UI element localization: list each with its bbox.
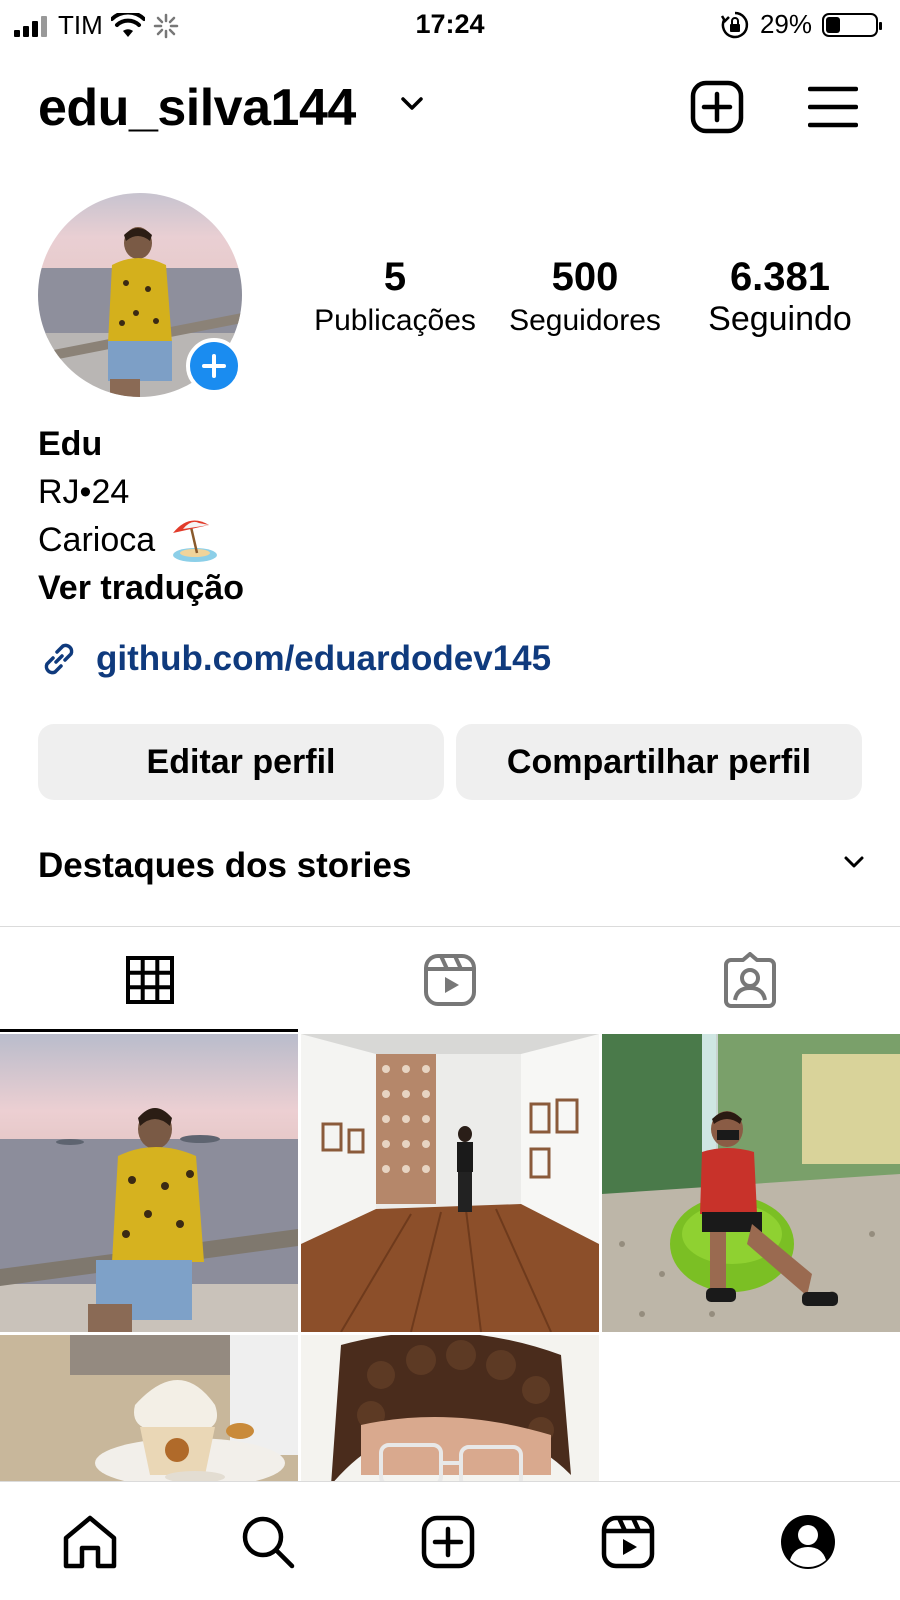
battery-fill	[826, 16, 840, 33]
post-thumbnail-4[interactable]	[0, 1335, 298, 1481]
stat-posts-value: 5	[383, 255, 407, 299]
avatar-container[interactable]	[38, 193, 242, 397]
selfie-photo	[301, 1335, 599, 1481]
hamburger-menu-icon[interactable]	[808, 86, 858, 128]
post-thumbnail-1[interactable]	[0, 1034, 298, 1332]
tab-reels[interactable]	[300, 927, 600, 1032]
grid-icon	[126, 955, 174, 1004]
stat-following[interactable]: 6.381 Seguindo	[680, 255, 880, 339]
status-bar: TIM 17:24 29%	[0, 0, 900, 50]
nav-home[interactable]	[60, 1512, 120, 1572]
profile-bio: Edu RJ•24 Carioca Ver tradução	[38, 420, 244, 612]
stat-posts-label: Publicações	[314, 304, 476, 337]
create-icon	[421, 1515, 475, 1569]
highlights-title: Destaques dos stories	[38, 846, 412, 885]
home-icon	[63, 1515, 117, 1569]
status-right: 29%	[720, 9, 882, 40]
post-thumbnail-5[interactable]	[301, 1335, 599, 1481]
stat-followers-value: 500	[551, 255, 619, 299]
stat-following-value: 6.381	[729, 255, 831, 299]
search-icon	[242, 1516, 295, 1569]
posts-grid	[0, 1034, 900, 1481]
orientation-lock-icon	[720, 11, 749, 38]
nav-profile[interactable]	[778, 1512, 838, 1572]
translate-link[interactable]: Ver tradução	[38, 564, 244, 612]
battery-icon	[822, 12, 882, 37]
profile-tabs	[0, 927, 900, 1032]
profile-link[interactable]: github.com/eduardodev145	[38, 638, 551, 680]
profile-link-text[interactable]: github.com/eduardodev145	[96, 639, 551, 679]
link-icon	[44, 643, 74, 675]
chevron-down-icon[interactable]	[842, 854, 866, 870]
beach-umbrella-emoji	[173, 520, 218, 562]
nav-create[interactable]	[418, 1512, 478, 1572]
nav-reels[interactable]	[598, 1512, 658, 1572]
share-profile-button[interactable]: Compartilhar perfil	[456, 724, 862, 800]
profile-icon	[781, 1515, 835, 1569]
battery-percent: 29%	[759, 9, 812, 39]
add-story-button[interactable]	[186, 338, 242, 394]
bottom-navigation	[0, 1481, 900, 1600]
stat-followers-label: Seguidores	[509, 304, 661, 337]
profile-stats: 5 Publicações 500 Seguidores 6.381 Segui…	[300, 255, 890, 355]
chevron-down-icon[interactable]	[400, 96, 424, 112]
plus-icon	[202, 354, 226, 378]
plus-square-icon[interactable]	[690, 80, 744, 134]
story-highlights[interactable]: Destaques dos stories	[38, 846, 866, 896]
bio-line-2: Carioca	[38, 521, 156, 559]
username-title[interactable]: edu_silva144	[38, 78, 356, 138]
stat-followers[interactable]: 500 Seguidores	[490, 255, 680, 338]
profile-header: edu_silva144	[0, 68, 900, 148]
green-chair-photo	[602, 1034, 900, 1332]
stat-following-label: Seguindo	[708, 300, 852, 338]
tagged-icon	[724, 951, 776, 1008]
stat-posts[interactable]: 5 Publicações	[300, 255, 490, 338]
tab-posts-grid[interactable]	[0, 927, 300, 1032]
coffee-photo	[0, 1335, 298, 1481]
nav-search[interactable]	[238, 1512, 298, 1572]
post-thumbnail-2[interactable]	[301, 1034, 599, 1332]
reels-icon	[601, 1515, 655, 1569]
post-thumbnail-3[interactable]	[602, 1034, 900, 1332]
bio-line-2-row: Carioca	[38, 516, 244, 564]
edit-profile-button[interactable]: Editar perfil	[38, 724, 444, 800]
reels-icon	[424, 953, 476, 1006]
bio-line-1: RJ•24	[38, 473, 130, 511]
profile-name: Edu	[38, 425, 103, 463]
sea-view-photo	[0, 1034, 298, 1332]
gallery-photo	[301, 1034, 599, 1332]
tab-tagged[interactable]	[600, 927, 900, 1032]
